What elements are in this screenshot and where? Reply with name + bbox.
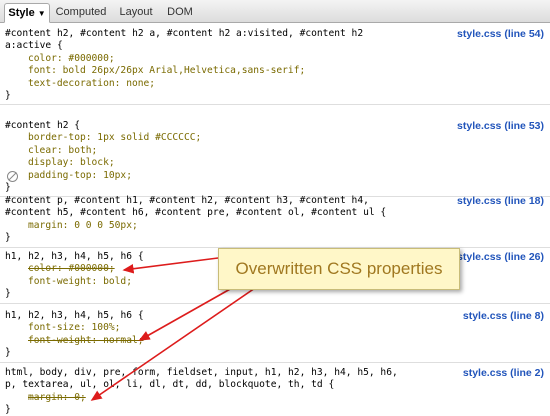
annotation-callout: Overwritten CSS properties: [218, 248, 460, 290]
css-property[interactable]: margin: 0 0 0 50px;: [28, 220, 138, 232]
tab-dom[interactable]: DOM: [162, 3, 198, 21]
rule-close-brace: }: [5, 90, 11, 101]
overwritten-property[interactable]: color: #000000;: [28, 263, 115, 275]
rule-source-link[interactable]: style.css (line 26): [457, 251, 544, 263]
css-property[interactable]: padding-top: 10px;: [28, 170, 132, 182]
panel-tab-bar: Style ▼ Computed Layout DOM: [0, 0, 550, 23]
tab-style-label: Style: [8, 7, 35, 19]
rule-selector[interactable]: html, body, div, pre, form, fieldset, in…: [5, 367, 398, 379]
rule-selector[interactable]: a:active {: [5, 40, 63, 52]
style-rules-panel: style.css (line 54) #content h2, #content…: [0, 23, 550, 415]
rule-close-brace: }: [5, 404, 11, 416]
rule-selector[interactable]: #content h5, #content h6, #content pre, …: [5, 207, 386, 219]
chevron-down-icon[interactable]: ▼: [38, 9, 46, 18]
rule-source-link[interactable]: style.css (line 53): [457, 120, 544, 132]
rule-close-brace: }: [5, 182, 11, 193]
css-property[interactable]: font-weight: bold;: [28, 276, 132, 288]
overwritten-property[interactable]: font-weight: normal;: [28, 335, 144, 347]
rule-separator: [0, 104, 550, 106]
tab-computed[interactable]: Computed: [52, 3, 110, 21]
rule-selector[interactable]: h1, h2, h3, h4, h5, h6 {: [5, 310, 144, 322]
rule-source-link[interactable]: style.css (line 18): [457, 195, 544, 207]
css-property[interactable]: clear: both;: [28, 145, 97, 157]
rule-separator: [0, 302, 550, 304]
rule-source-link[interactable]: style.css (line 8): [463, 310, 544, 322]
disabled-property-icon[interactable]: [7, 170, 18, 182]
rule-selector[interactable]: p, textarea, ul, ol, li, dl, dt, dd, blo…: [5, 379, 334, 391]
rule-selector[interactable]: #content h2, #content h2 a, #content h2 …: [5, 28, 363, 40]
overwritten-property[interactable]: margin: 0;: [28, 392, 86, 404]
rule-close-brace: }: [5, 288, 11, 300]
rule-selector[interactable]: h1, h2, h3, h4, h5, h6 {: [5, 251, 144, 263]
rule-separator: [0, 361, 550, 363]
tab-layout[interactable]: Layout: [114, 3, 158, 21]
rule-selector[interactable]: #content p, #content h1, #content h2, #c…: [5, 195, 369, 207]
rule-source-link[interactable]: style.css (line 2): [463, 367, 544, 379]
tab-style[interactable]: Style ▼: [4, 3, 50, 23]
rule-selector[interactable]: #content h2 {: [5, 120, 80, 132]
rule-source-link[interactable]: style.css (line 54): [457, 28, 544, 40]
css-property[interactable]: text-decoration: none;: [28, 78, 155, 90]
rule-close-brace: }: [5, 347, 11, 359]
css-property[interactable]: display: block;: [28, 157, 115, 169]
rule-close-brace: }: [5, 232, 11, 244]
css-property[interactable]: color: #000000;: [28, 53, 115, 65]
css-property[interactable]: font: bold 26px/26px Arial,Helvetica,san…: [28, 65, 305, 77]
css-property[interactable]: border-top: 1px solid #CCCCCC;: [28, 132, 201, 144]
css-property[interactable]: font-size: 100%;: [28, 322, 120, 334]
